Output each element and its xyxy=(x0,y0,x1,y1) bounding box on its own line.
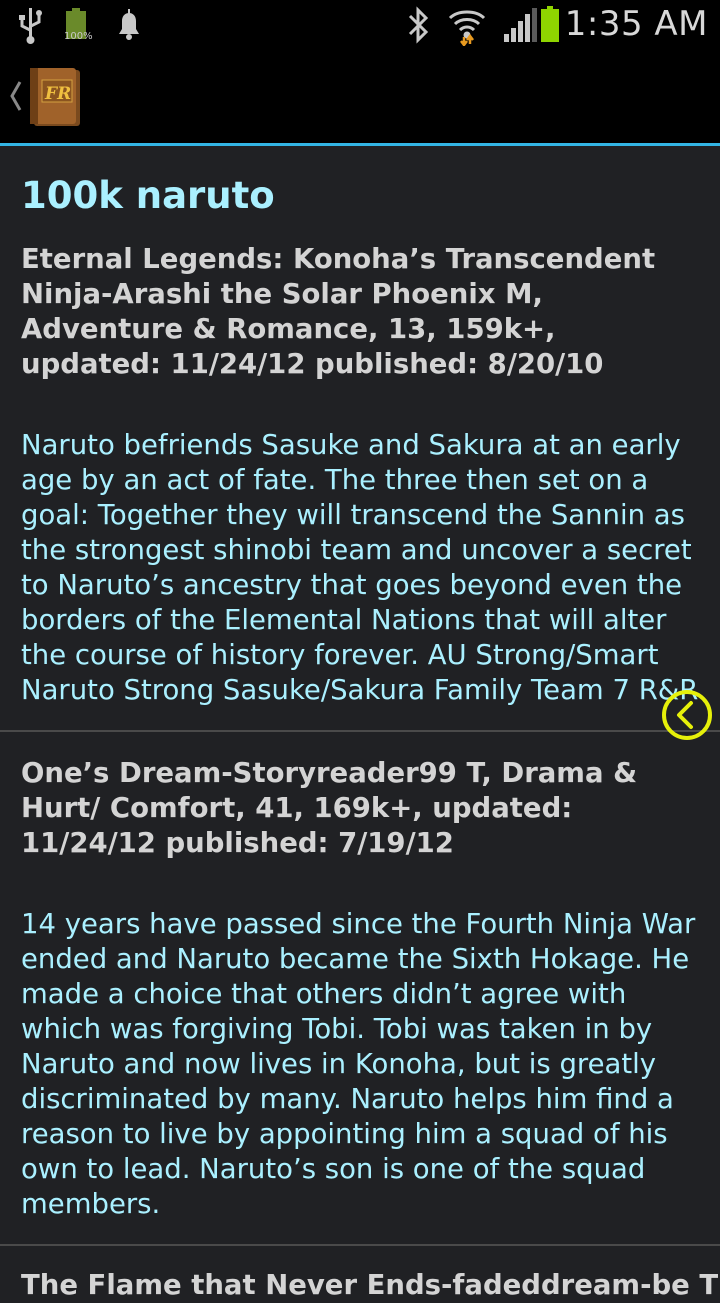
signal-icon xyxy=(504,8,537,42)
notification-bell-icon xyxy=(119,9,139,40)
story-meta[interactable]: Eternal Legends: Konoha’s Transcendent N… xyxy=(21,242,701,382)
story-meta[interactable]: The Flame that Never Ends-fadeddream-be … xyxy=(21,1268,718,1303)
battery-percent-label: 100% xyxy=(64,31,93,42)
bluetooth-icon xyxy=(408,6,429,44)
story-meta[interactable]: One’s Dream-Storyreader99 T, Drama & Hur… xyxy=(21,756,701,861)
back-chevron-icon[interactable] xyxy=(6,78,24,114)
story-list: 100k naruto Eternal Legends: Konoha’s Tr… xyxy=(0,146,720,1301)
list-divider xyxy=(0,1244,720,1246)
list-divider xyxy=(0,730,720,732)
battery-full-icon xyxy=(541,6,559,42)
status-right-icons xyxy=(408,6,559,46)
story-summary[interactable]: 14 years have passed since the Fourth Ni… xyxy=(21,907,711,1222)
page-title: 100k naruto xyxy=(21,174,275,217)
app-logo-button[interactable]: FR xyxy=(28,66,82,128)
action-bar xyxy=(0,50,720,144)
status-bar: 100% 1:35 AM xyxy=(0,0,720,50)
wifi-icon xyxy=(448,10,486,46)
floating-back-button[interactable] xyxy=(660,688,714,742)
app-icon-text: FR xyxy=(45,84,72,104)
usb-icon xyxy=(19,8,42,44)
story-summary[interactable]: Naruto befriends Sasuke and Sakura at an… xyxy=(21,428,711,708)
status-clock: 1:35 AM xyxy=(564,4,708,44)
